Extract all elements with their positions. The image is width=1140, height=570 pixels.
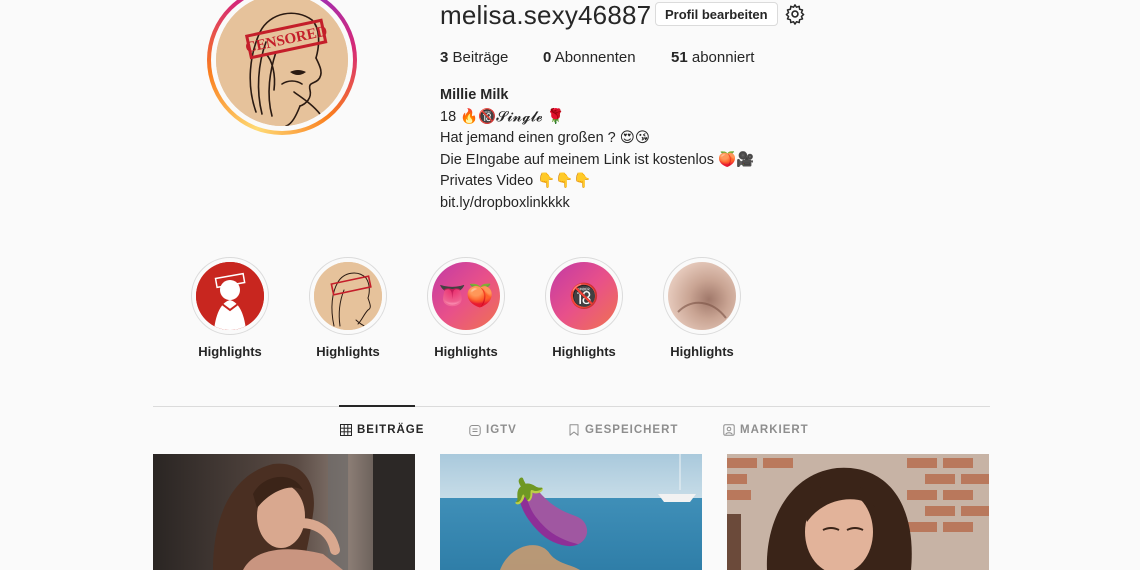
avatar-image: CENSORED	[216, 0, 348, 126]
edit-profile-button[interactable]: Profil bearbeiten	[655, 2, 778, 26]
highlight-ring: 🔞	[545, 257, 623, 335]
profile-name: Millie Milk	[440, 87, 509, 103]
highlight-label: Highlights	[198, 344, 262, 359]
gear-icon[interactable]	[784, 3, 806, 25]
followers-label: Abonnenten	[554, 49, 636, 66]
highlight-ring	[663, 257, 741, 335]
bio-line-3: Die EIngabe auf meinem Link ist kostenlo…	[440, 151, 755, 168]
igtv-icon	[469, 425, 481, 436]
tab-label: IGTV	[486, 424, 517, 436]
post-image	[727, 454, 989, 570]
highlight-label: Highlights	[670, 344, 734, 359]
tab-markiert[interactable]: MARKIERT	[723, 424, 809, 436]
highlight-cover	[668, 262, 736, 330]
followers-stat[interactable]: 0 Abonnenten	[543, 49, 636, 66]
highlight-label: Highlights	[316, 344, 380, 359]
highlight-ring	[191, 257, 269, 335]
following-stat[interactable]: 51 abonniert	[671, 49, 754, 66]
highlight-2[interactable]: Highlights	[293, 257, 403, 359]
highlight-ring: 👅🍑	[427, 257, 505, 335]
highlight-3[interactable]: 👅🍑 Highlights	[411, 257, 521, 359]
posts-label: Beiträge	[452, 49, 509, 66]
highlight-cover: 👅🍑	[432, 262, 500, 330]
posts-stat[interactable]: 3 Beiträge	[440, 49, 508, 66]
highlight-cover	[196, 262, 264, 330]
posts-count: 3	[440, 49, 449, 66]
highlight-4[interactable]: 🔞 Highlights	[529, 257, 639, 359]
post-thumbnail-1[interactable]	[153, 454, 415, 570]
followers-count: 0	[543, 49, 552, 66]
highlight-1[interactable]: Highlights	[175, 257, 285, 359]
profile-avatar[interactable]: CENSORED	[207, 0, 357, 135]
post-thumbnail-2[interactable]: 🍆	[440, 454, 702, 570]
tab-beitraege[interactable]: BEITRÄGE	[340, 424, 424, 436]
active-tab-indicator	[339, 405, 415, 407]
highlight-5[interactable]: Highlights	[647, 257, 757, 359]
profile-bio: Millie Milk 18 🔥🔞𝓢𝓲𝓷𝓰𝓵𝓮 🌹 Hat jemand ein…	[440, 85, 754, 215]
username: melisa.sexy46887	[440, 0, 652, 30]
highlight-label: Highlights	[434, 344, 498, 359]
highlight-cover: 🔞	[550, 262, 618, 330]
post-thumbnail-3[interactable]	[727, 454, 989, 570]
highlight-emoji: 🔞	[569, 282, 599, 310]
highlight-ring	[309, 257, 387, 335]
tab-igtv[interactable]: IGTV	[469, 424, 517, 436]
highlight-drawing	[196, 262, 264, 330]
avatar-drawing: CENSORED	[216, 0, 348, 126]
bio-line-1: 18 🔥🔞𝓢𝓲𝓷𝓰𝓵𝓮 🌹	[440, 108, 565, 125]
highlight-emoji: 👅🍑	[438, 283, 494, 308]
grid-icon	[340, 424, 352, 436]
highlight-drawing	[314, 262, 382, 330]
following-label: abonniert	[691, 49, 755, 66]
tabs-divider	[153, 406, 990, 407]
bio-link[interactable]: bit.ly/dropboxlinkkkk	[440, 193, 754, 215]
highlight-label: Highlights	[552, 344, 616, 359]
highlight-cover	[314, 262, 382, 330]
bio-line-4: Privates Video 👇👇👇	[440, 173, 592, 190]
post-image	[153, 454, 415, 570]
tab-label: BEITRÄGE	[357, 424, 425, 436]
tab-label: GESPEICHERT	[585, 424, 679, 436]
bio-line-2: Hat jemand einen großen ? 😍😘	[440, 130, 650, 147]
following-count: 51	[671, 49, 688, 66]
tab-gespeichert[interactable]: GESPEICHERT	[568, 424, 678, 436]
tagged-icon	[723, 424, 735, 436]
highlight-drawing	[677, 302, 727, 319]
eggplant-sticker: 🍆	[512, 476, 592, 548]
tab-label: MARKIERT	[740, 424, 809, 436]
bookmark-icon	[569, 424, 579, 436]
